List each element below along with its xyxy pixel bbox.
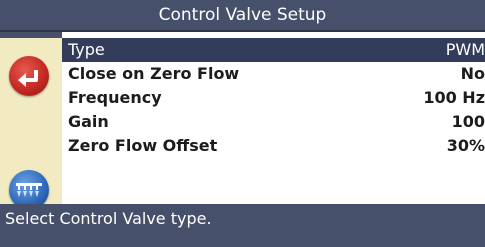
control-valve-setup-screen: Control Valve Setup Type PWM Close on Ze… <box>0 0 485 247</box>
setting-label: Type <box>68 40 105 59</box>
setting-label: Close on Zero Flow <box>68 64 240 83</box>
title-bar: Control Valve Setup <box>0 0 485 32</box>
sidebar-top-strip <box>0 32 62 38</box>
back-arrow-icon <box>18 70 38 87</box>
sprayer-boom-icon <box>16 183 42 197</box>
setting-value: 100 Hz <box>423 88 485 107</box>
setting-row-type[interactable]: Type PWM <box>62 38 485 62</box>
setting-label: Frequency <box>68 88 162 107</box>
status-bar: Select Control Valve type. <box>0 204 485 247</box>
setting-row-frequency[interactable]: Frequency 100 Hz <box>62 86 485 110</box>
setting-label: Gain <box>68 112 109 131</box>
setting-row-zero-flow-offset[interactable]: Zero Flow Offset 30% <box>62 134 485 158</box>
setting-row-close-on-zero-flow[interactable]: Close on Zero Flow No <box>62 62 485 86</box>
setting-value: 30% <box>446 136 485 155</box>
sidebar <box>0 32 62 210</box>
setting-row-gain[interactable]: Gain 100 <box>62 110 485 134</box>
settings-list: Type PWM Close on Zero Flow No Frequency… <box>62 32 485 204</box>
setting-value: 100 <box>451 112 485 131</box>
back-button[interactable] <box>9 56 49 96</box>
status-message: Select Control Valve type. <box>5 209 212 228</box>
setting-label: Zero Flow Offset <box>68 136 218 155</box>
setting-value: No <box>460 64 485 83</box>
setting-value: PWM <box>445 40 485 59</box>
page-title: Control Valve Setup <box>158 5 327 25</box>
